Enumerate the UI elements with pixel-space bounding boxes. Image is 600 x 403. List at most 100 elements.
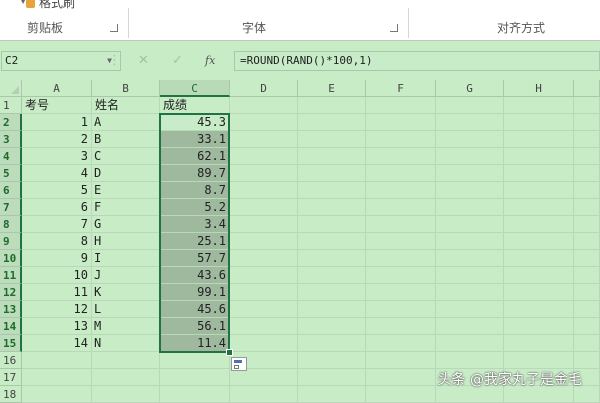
name-cell[interactable]: J [92,267,160,284]
score-cell[interactable]: 33.1 [160,131,230,148]
select-all-corner[interactable] [0,80,22,97]
cell[interactable] [298,148,366,165]
cell[interactable] [92,352,160,369]
id-cell[interactable]: 13 [22,318,92,335]
name-cell[interactable]: F [92,199,160,216]
cell[interactable] [574,114,600,131]
name-cell[interactable]: L [92,301,160,318]
name-cell[interactable]: D [92,165,160,182]
id-cell[interactable]: 6 [22,199,92,216]
row-header-14[interactable]: 14 [0,318,22,335]
cell[interactable] [574,352,600,369]
cell[interactable] [574,131,600,148]
score-cell[interactable]: 57.7 [160,250,230,267]
score-cell[interactable]: 43.6 [160,267,230,284]
cell[interactable] [436,352,504,369]
cell[interactable] [366,284,436,301]
cell[interactable] [230,318,298,335]
column-header-c[interactable]: C [160,80,230,97]
cell[interactable] [22,369,92,386]
row-header-10[interactable]: 10 [0,250,22,267]
column-header-f[interactable]: F [366,80,436,97]
enter-icon[interactable]: ✓ [172,51,183,71]
cell[interactable] [574,284,600,301]
cell[interactable] [298,131,366,148]
row-header-5[interactable]: 5 [0,165,22,182]
name-cell[interactable]: M [92,318,160,335]
cell[interactable] [436,114,504,131]
cell[interactable] [504,148,574,165]
cell[interactable] [298,335,366,352]
cell[interactable] [366,267,436,284]
name-cell[interactable]: H [92,233,160,250]
more-options-icon[interactable]: ⋮ [108,51,121,71]
score-cell[interactable]: 11.4 [160,335,230,352]
cell[interactable] [230,114,298,131]
header-cell-score[interactable]: 成绩 [160,97,230,114]
score-cell[interactable]: 3.4 [160,216,230,233]
row-header-12[interactable]: 12 [0,284,22,301]
cell[interactable] [298,352,366,369]
cell[interactable] [504,131,574,148]
clipboard-dialog-launcher-icon[interactable] [110,24,118,32]
cell[interactable] [436,165,504,182]
score-cell[interactable]: 99.1 [160,284,230,301]
score-cell[interactable]: 8.7 [160,182,230,199]
row-header-8[interactable]: 8 [0,216,22,233]
cell[interactable] [230,165,298,182]
cancel-icon[interactable]: ✕ [138,51,149,71]
name-cell[interactable]: N [92,335,160,352]
id-cell[interactable]: 11 [22,284,92,301]
row-header-3[interactable]: 3 [0,131,22,148]
column-header-d[interactable]: D [230,80,298,97]
cell[interactable] [504,352,574,369]
cell[interactable] [504,250,574,267]
score-cell[interactable]: 45.6 [160,301,230,318]
row-header-15[interactable]: 15 [0,335,22,352]
row-header-13[interactable]: 13 [0,301,22,318]
cell[interactable] [436,284,504,301]
cell[interactable] [298,199,366,216]
cell[interactable] [366,386,436,403]
cell[interactable] [22,352,92,369]
row-header-18[interactable]: 18 [0,386,22,403]
cell[interactable] [574,301,600,318]
id-cell[interactable]: 5 [22,182,92,199]
row-header-7[interactable]: 7 [0,199,22,216]
cell[interactable] [230,335,298,352]
cell[interactable] [574,199,600,216]
cell[interactable] [298,182,366,199]
id-cell[interactable]: 4 [22,165,92,182]
id-cell[interactable]: 9 [22,250,92,267]
cell[interactable] [574,250,600,267]
cell[interactable] [230,97,298,114]
id-cell[interactable]: 2 [22,131,92,148]
column-header-g[interactable]: G [436,80,504,97]
cell[interactable] [298,301,366,318]
score-cell[interactable]: 45.3 [160,114,230,131]
name-cell[interactable]: E [92,182,160,199]
cell[interactable] [160,386,230,403]
cell[interactable] [230,131,298,148]
cell[interactable] [230,369,298,386]
cell[interactable] [298,386,366,403]
cell[interactable] [504,216,574,233]
cell[interactable] [366,131,436,148]
id-cell[interactable]: 7 [22,216,92,233]
cell[interactable] [366,369,436,386]
cell[interactable] [298,250,366,267]
cell[interactable] [366,216,436,233]
cell[interactable] [574,267,600,284]
cell[interactable] [160,369,230,386]
cell[interactable] [230,148,298,165]
row-header-4[interactable]: 4 [0,148,22,165]
header-cell-name[interactable]: 姓名 [92,97,160,114]
score-cell[interactable]: 56.1 [160,318,230,335]
quick-analysis-button[interactable] [231,357,247,371]
cell[interactable] [366,335,436,352]
row-header-17[interactable]: 17 [0,369,22,386]
cell[interactable] [366,233,436,250]
cell[interactable] [298,369,366,386]
cell[interactable] [92,386,160,403]
cell[interactable] [504,284,574,301]
